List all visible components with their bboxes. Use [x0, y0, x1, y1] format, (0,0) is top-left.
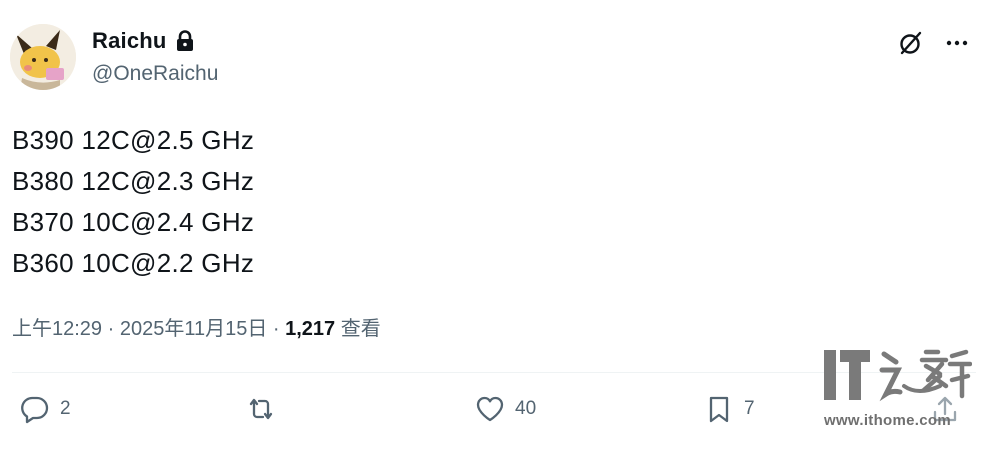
views-label: 查看: [335, 318, 381, 340]
like-count: 40: [515, 398, 537, 419]
reply-button[interactable]: 2: [20, 394, 71, 424]
lock-icon: [175, 30, 195, 52]
post-header-actions: [898, 30, 970, 56]
meta-separator: ·: [102, 318, 120, 340]
reply-icon: [21, 396, 49, 424]
repost-button[interactable]: [246, 394, 286, 424]
like-button[interactable]: 40: [475, 394, 536, 424]
post-date[interactable]: 2025年11月15日: [120, 312, 268, 341]
avatar[interactable]: [10, 24, 76, 90]
repost-icon: [249, 398, 273, 420]
author-name-row: Raichu: [92, 28, 195, 54]
avatar-image: [10, 24, 76, 90]
ithome-logo: [824, 349, 972, 402]
ithome-watermark: www.ithome.com: [822, 346, 974, 438]
reply-count: 2: [60, 398, 71, 419]
author-handle[interactable]: @OneRaichu: [92, 62, 218, 86]
meta-separator: ·: [267, 318, 286, 340]
post-line: B380 12C@2.3 GHz: [12, 166, 255, 196]
author-display-name[interactable]: Raichu: [92, 28, 167, 54]
heart-icon: [476, 396, 504, 422]
post-time[interactable]: 上午12:29: [12, 312, 102, 341]
post-meta: 上午12:29 · 2025年11月15日 · 1,217 查看: [12, 312, 381, 341]
bookmark-count: 7: [744, 398, 755, 419]
bookmark-icon: [709, 396, 729, 423]
views-count[interactable]: 1,217: [285, 318, 335, 341]
grok-icon[interactable]: [898, 30, 924, 56]
bookmark-button[interactable]: 7: [704, 394, 755, 424]
post-line: B360 10C@2.2 GHz: [12, 248, 255, 278]
post-line: B390 12C@2.5 GHz: [12, 125, 255, 155]
post-text: B390 12C@2.5 GHz B380 12C@2.3 GHz B370 1…: [12, 120, 254, 284]
post-line: B370 10C@2.4 GHz: [12, 207, 255, 237]
more-icon[interactable]: [944, 30, 970, 56]
watermark-url: www.ithome.com: [824, 412, 951, 429]
